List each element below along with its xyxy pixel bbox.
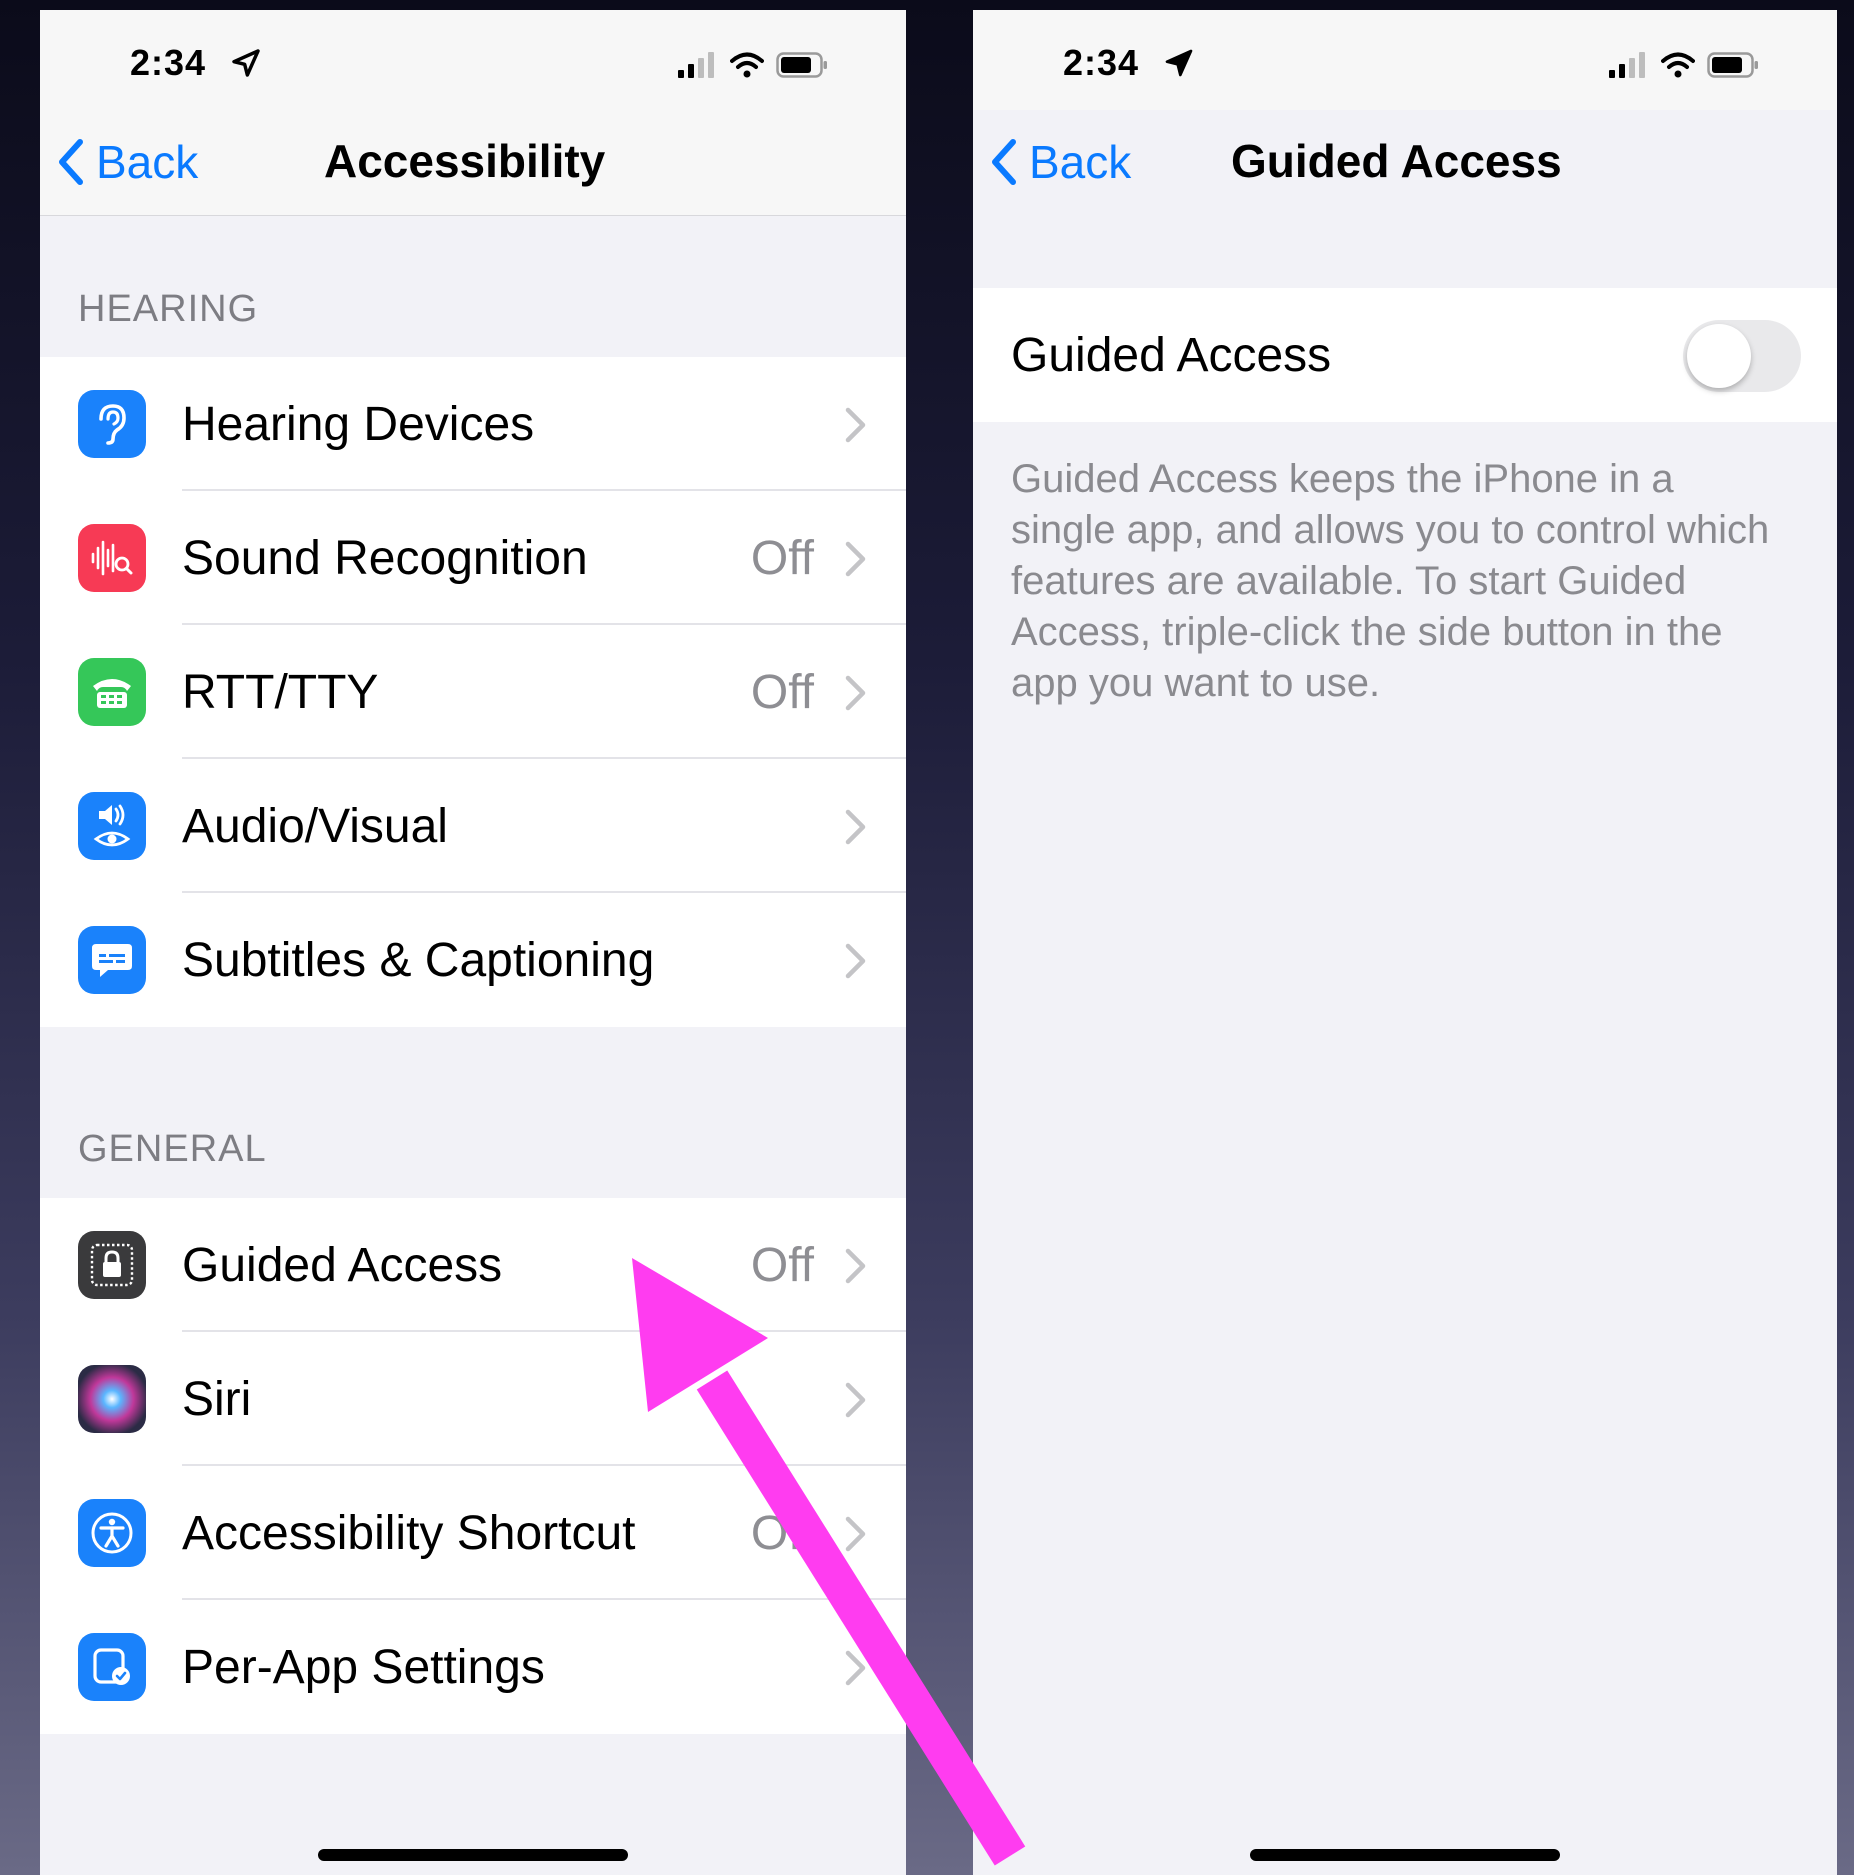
status-time: 2:34 — [130, 42, 207, 83]
row-value: Off — [750, 665, 814, 719]
row-per-app-settings[interactable]: Per-App Settings — [40, 1600, 906, 1734]
status-bar: 2:34 — [40, 10, 906, 110]
navigation-bar: Back Guided Access — [973, 110, 1837, 216]
sound-recognition-icon — [78, 524, 146, 592]
page-title: Guided Access — [1231, 135, 1562, 187]
location-arrow-icon — [1165, 49, 1193, 77]
row-label: Siri — [182, 1372, 252, 1426]
row-value: Off — [750, 1506, 814, 1560]
home-indicator[interactable] — [1250, 1849, 1560, 1861]
section-header-general: GENERAL — [78, 1128, 267, 1170]
chevron-right-icon — [845, 1382, 866, 1418]
row-sound-recognition[interactable]: Sound Recognition Off — [40, 491, 906, 625]
audio-visual-icon — [78, 792, 146, 860]
row-label: Audio/Visual — [182, 799, 448, 853]
row-accessibility-shortcut[interactable]: Accessibility Shortcut Off — [40, 1466, 906, 1600]
toggle-knob — [1687, 324, 1751, 388]
siri-icon — [78, 1365, 146, 1433]
page-title: Accessibility — [324, 135, 606, 187]
row-hearing-devices[interactable]: Hearing Devices — [40, 357, 906, 491]
row-rtt-tty[interactable]: RTT/TTY Off — [40, 625, 906, 759]
row-subtitles-captioning[interactable]: Subtitles & Captioning — [40, 893, 906, 1027]
row-label: RTT/TTY — [182, 665, 379, 719]
home-indicator[interactable] — [318, 1849, 628, 1861]
back-button[interactable]: Back — [991, 132, 1131, 192]
back-label: Back — [96, 136, 199, 188]
subtitles-icon — [78, 926, 146, 994]
general-group: Guided Access Off Siri Accessibility Sho… — [40, 1198, 906, 1734]
section-header-hearing: HEARING — [78, 288, 259, 330]
guided-access-toggle-group: Guided Access — [973, 288, 1837, 422]
accessibility-screen: 2:34 Back Accessibility HEARING Hearing … — [40, 10, 906, 1875]
wifi-icon — [730, 52, 764, 78]
row-label: Hearing Devices — [182, 397, 535, 451]
toggle-label: Guided Access — [1011, 328, 1332, 382]
chevron-right-icon — [845, 1650, 866, 1686]
row-label: Subtitles & Captioning — [182, 933, 655, 987]
guided-access-toggle[interactable] — [1683, 320, 1801, 392]
chevron-right-icon — [845, 675, 866, 711]
chevron-right-icon — [845, 943, 866, 979]
chevron-right-icon — [845, 407, 866, 443]
row-siri[interactable]: Siri — [40, 1332, 906, 1466]
guided-access-description: Guided Access keeps the iPhone in a sing… — [1011, 457, 1770, 705]
chevron-right-icon — [845, 1516, 866, 1552]
accessibility-icon — [78, 1499, 146, 1567]
navigation-bar: Back Accessibility — [40, 110, 906, 216]
back-button[interactable]: Back — [58, 132, 198, 192]
row-guided-access-toggle: Guided Access — [973, 288, 1837, 422]
rtt-tty-icon — [78, 658, 146, 726]
row-value: Off — [750, 531, 814, 585]
per-app-settings-icon — [78, 1633, 146, 1701]
location-arrow-icon — [232, 49, 260, 77]
row-guided-access[interactable]: Guided Access Off — [40, 1198, 906, 1332]
status-icons — [1609, 52, 1759, 78]
chevron-left-icon — [992, 139, 1016, 185]
status-bar: 2:34 — [973, 10, 1837, 110]
chevron-left-icon — [59, 139, 83, 185]
ear-icon — [78, 390, 146, 458]
status-icons — [678, 52, 828, 78]
chevron-right-icon — [845, 541, 866, 577]
lock-icon — [78, 1231, 146, 1299]
chevron-right-icon — [845, 809, 866, 845]
row-value: Off — [750, 1238, 814, 1292]
row-audio-visual[interactable]: Audio/Visual — [40, 759, 906, 893]
wifi-icon — [1661, 52, 1695, 78]
status-time: 2:34 — [1063, 42, 1140, 83]
row-label: Per-App Settings — [182, 1640, 545, 1694]
row-label: Sound Recognition — [182, 531, 588, 585]
hearing-group: Hearing Devices Sound Recognition Off RT… — [40, 357, 906, 1027]
cellular-signal-icon — [678, 52, 714, 78]
guided-access-screen: 2:34 Back Guided Access Guided Access Gu… — [973, 10, 1837, 1875]
cellular-signal-icon — [1609, 52, 1645, 78]
battery-icon — [1707, 52, 1758, 78]
battery-icon — [776, 52, 827, 78]
row-label: Guided Access — [182, 1238, 503, 1292]
chevron-right-icon — [845, 1248, 866, 1284]
back-label: Back — [1029, 136, 1132, 188]
row-label: Accessibility Shortcut — [182, 1506, 636, 1560]
